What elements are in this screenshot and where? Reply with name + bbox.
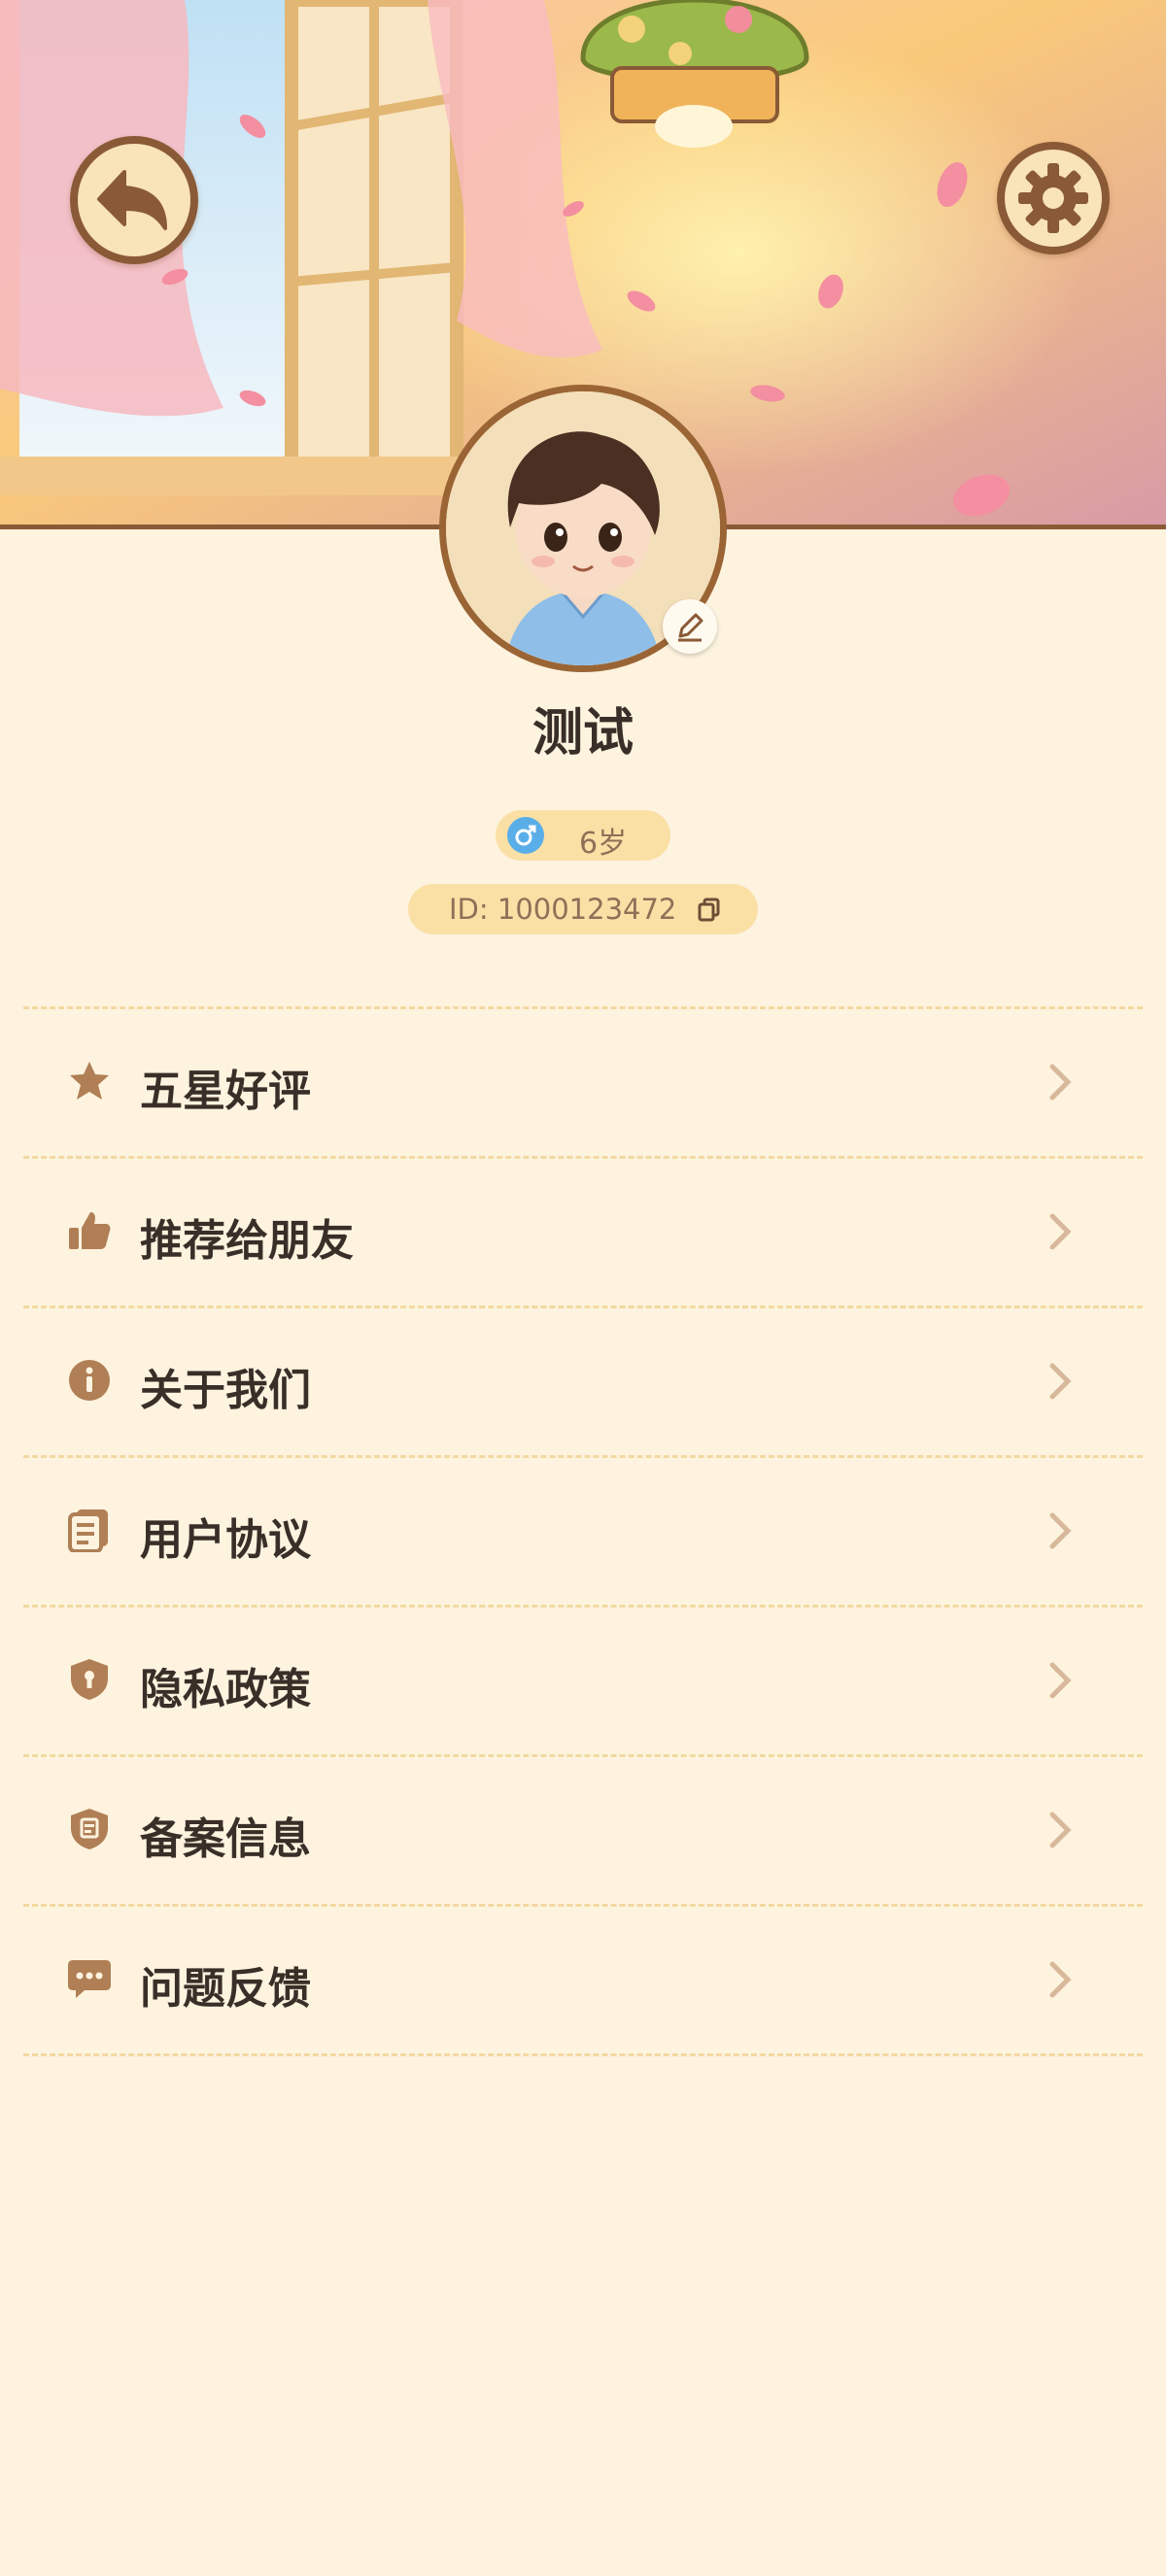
info-icon [66, 1357, 113, 1404]
male-icon [507, 817, 544, 854]
user-name: 测试 [532, 704, 634, 763]
chevron-right-icon [1049, 1064, 1072, 1101]
edit-avatar-button[interactable] [663, 599, 717, 654]
chevron-right-icon [1049, 1363, 1072, 1400]
chat-icon [66, 1955, 113, 2002]
chevron-right-icon [1049, 1213, 1072, 1250]
menu-label: 备案信息 [140, 1814, 311, 1864]
menu-label: 关于我们 [140, 1366, 311, 1415]
age-badge: 6岁 [496, 810, 670, 861]
badge-icon [66, 1806, 113, 1852]
thumbs-up-icon [66, 1207, 113, 1254]
chevron-right-icon [1049, 1961, 1072, 1998]
menu-item-rate[interactable]: 五星好评 [23, 1009, 1143, 1156]
age-text: 6岁 [579, 827, 628, 861]
menu-label: 推荐给朋友 [140, 1216, 354, 1266]
user-id-text: ID: 1000123472 [449, 893, 677, 926]
menu-divider [23, 2053, 1143, 2056]
shield-icon [66, 1656, 113, 1703]
document-icon [66, 1507, 113, 1553]
gear-icon [1018, 163, 1088, 233]
menu-item-user-agreement[interactable]: 用户协议 [23, 1458, 1143, 1605]
chevron-right-icon [1049, 1662, 1072, 1699]
menu-item-privacy-policy[interactable]: 隐私政策 [23, 1608, 1143, 1754]
settings-button[interactable] [997, 142, 1110, 254]
chevron-right-icon [1049, 1512, 1072, 1549]
user-id-badge[interactable]: ID: 1000123472 [408, 884, 758, 934]
back-button[interactable] [70, 136, 198, 264]
pencil-icon [678, 613, 703, 642]
menu-label: 问题反馈 [140, 1964, 311, 2014]
menu-label: 五星好评 [140, 1067, 311, 1116]
chevron-right-icon [1049, 1812, 1072, 1848]
settings-menu: 五星好评 推荐给朋友 关于我们 用户协议 隐私政策 备案信息 问题反馈 [23, 1006, 1143, 2056]
star-icon [66, 1058, 113, 1104]
copy-icon[interactable] [696, 896, 723, 923]
menu-label: 隐私政策 [140, 1665, 311, 1714]
menu-item-about[interactable]: 关于我们 [23, 1308, 1143, 1455]
menu-item-filing-info[interactable]: 备案信息 [23, 1757, 1143, 1904]
menu-label: 用户协议 [140, 1515, 311, 1565]
menu-item-recommend[interactable]: 推荐给朋友 [23, 1159, 1143, 1305]
back-arrow-icon [97, 170, 167, 230]
menu-item-feedback[interactable]: 问题反馈 [23, 1907, 1143, 2053]
